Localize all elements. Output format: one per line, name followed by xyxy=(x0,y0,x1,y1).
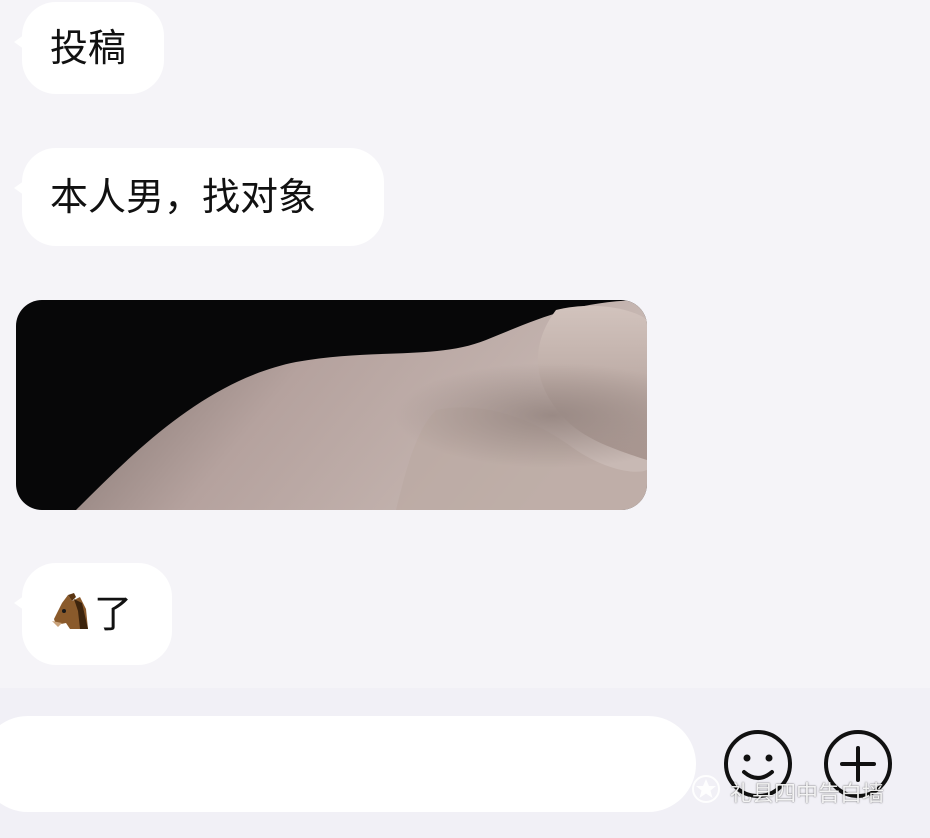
message-bubble[interactable]: 投稿 xyxy=(14,2,164,94)
message-text: 本人男，找对象 xyxy=(50,175,317,219)
star-ring-icon xyxy=(690,773,722,811)
horse-face-emoji-icon xyxy=(48,589,92,639)
message-input[interactable] xyxy=(0,716,696,812)
message-text: 投稿 xyxy=(50,26,127,70)
chat-area: 投稿 本人男，找对象 了 xyxy=(0,0,930,688)
image-message[interactable] xyxy=(16,300,647,510)
watermark-text: 礼县四中告白墙 xyxy=(730,782,885,807)
watermark: 礼县四中告白墙 xyxy=(690,772,884,812)
message-text: 了 xyxy=(94,592,133,636)
message-bubble[interactable]: 本人男，找对象 xyxy=(14,148,384,246)
message-bubble[interactable]: 了 xyxy=(14,563,172,665)
